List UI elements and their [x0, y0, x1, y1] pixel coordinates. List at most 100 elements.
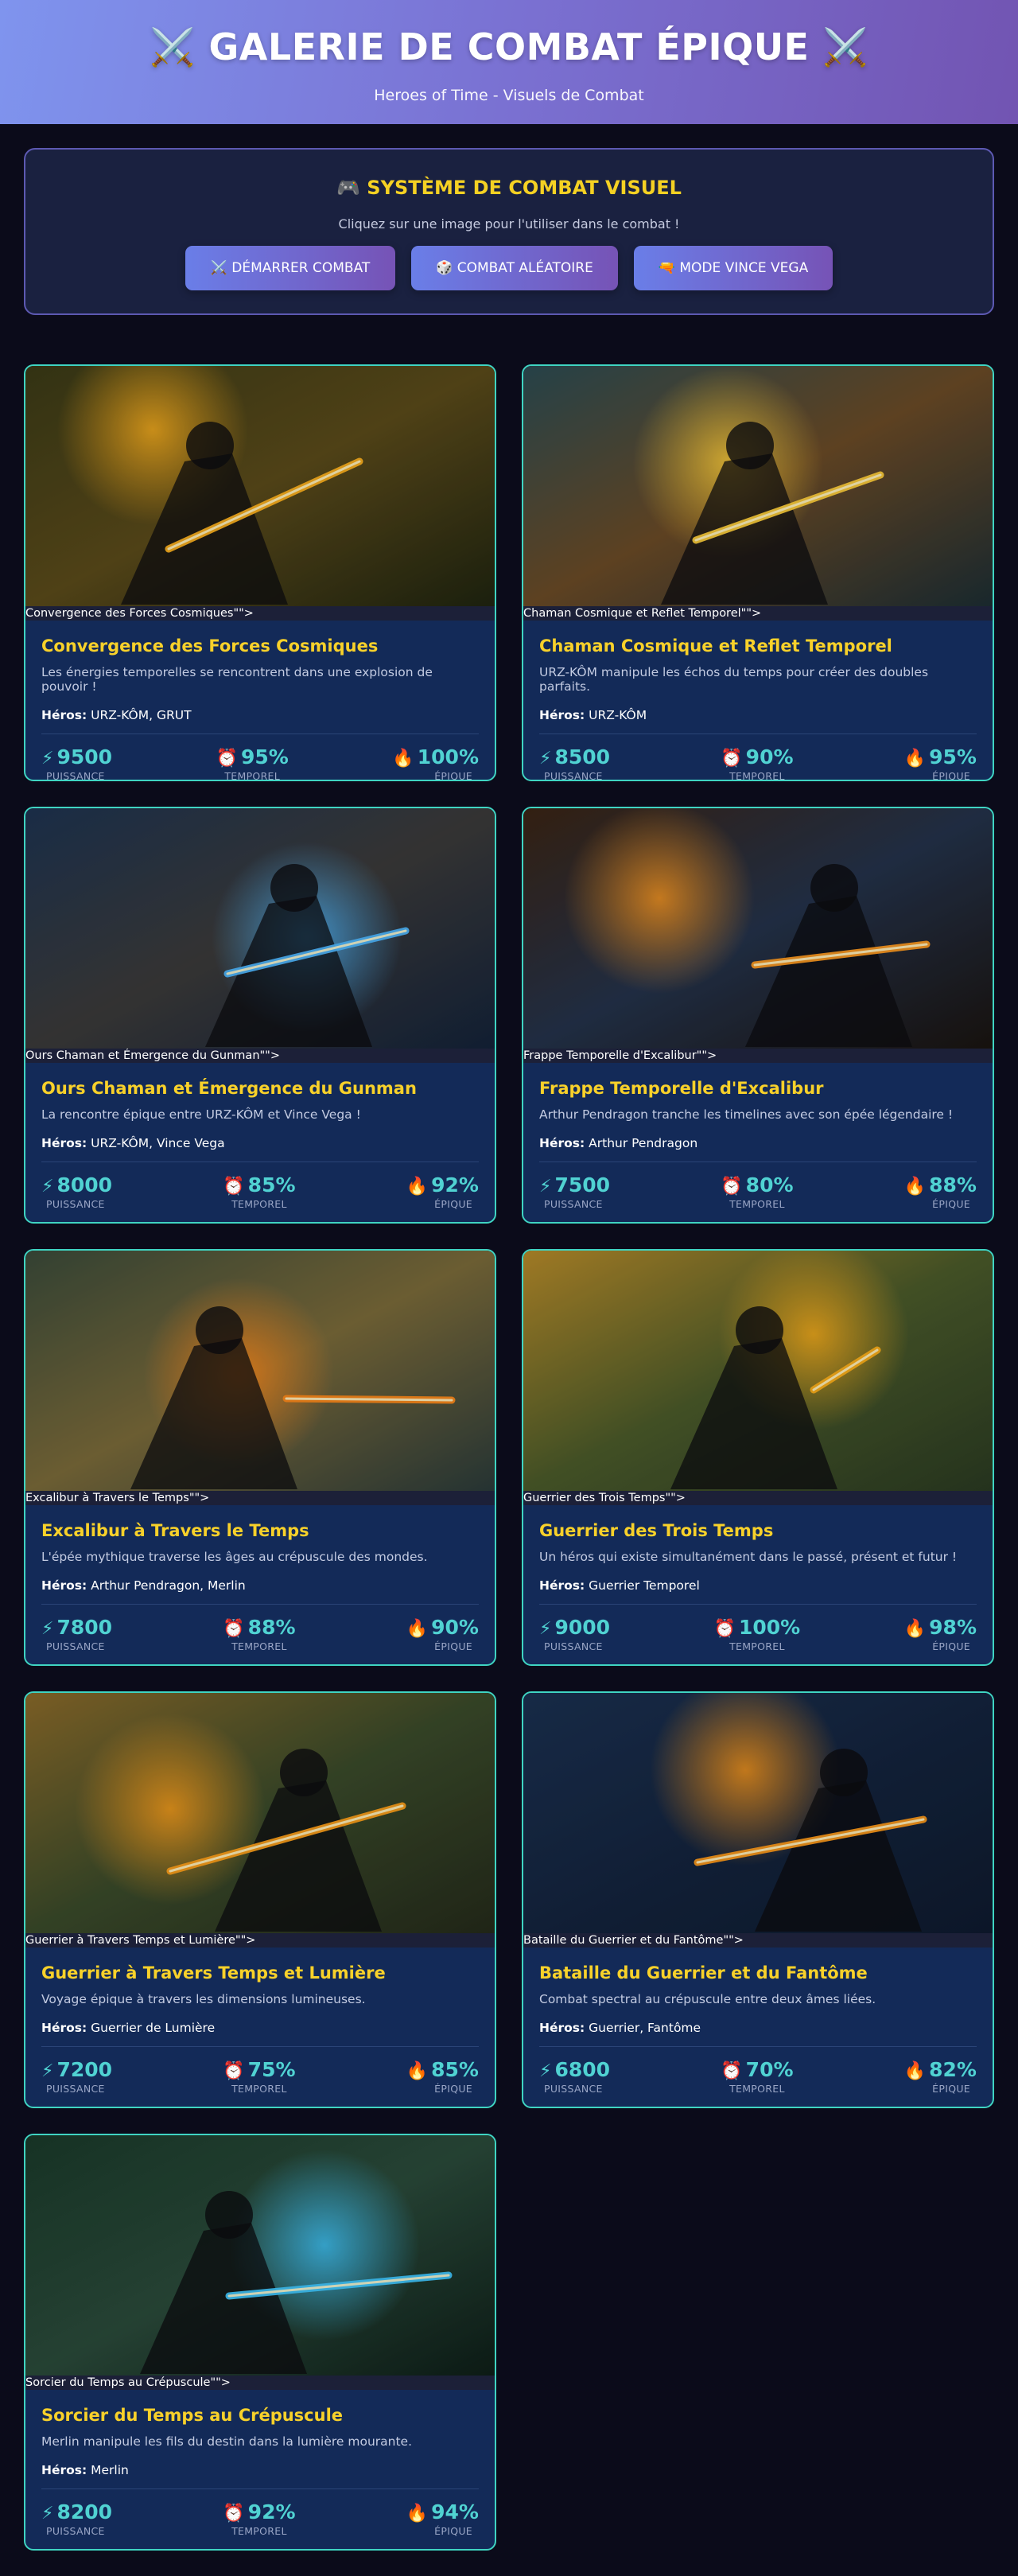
card-heroes: Héros: Guerrier Temporel	[539, 1578, 977, 1593]
combat-image[interactable]	[523, 366, 993, 606]
temporal-value: 90%	[745, 745, 794, 769]
combat-card[interactable]: Frappe Temporelle d'Excalibur""> Frappe …	[522, 807, 994, 1224]
stat-power: ⚡ 9500 PUISSANCE	[41, 745, 113, 781]
stat-power: ⚡ 7200 PUISSANCE	[41, 2058, 112, 2095]
lightning-icon: ⚡	[41, 2504, 54, 2523]
power-label: PUISSANCE	[544, 2083, 603, 2095]
card-body: Sorcier du Temps au Crépuscule Merlin ma…	[25, 2406, 495, 2537]
combat-image[interactable]	[25, 366, 495, 606]
alarm-clock-icon: ⏰	[223, 1177, 245, 1197]
temporal-label: TEMPOREL	[231, 2083, 287, 2095]
epic-value: 94%	[431, 2500, 479, 2523]
power-label: PUISSANCE	[46, 770, 105, 781]
temporal-value: 80%	[745, 1173, 794, 1197]
stat-power: ⚡ 6800 PUISSANCE	[539, 2058, 610, 2095]
card-divider	[539, 1604, 977, 1605]
temporal-value: 75%	[247, 2058, 296, 2081]
image-alt-text: Guerrier à Travers Temps et Lumière"">	[25, 1933, 495, 1948]
power-label: PUISSANCE	[46, 2083, 105, 2095]
heroes-label: Héros:	[41, 708, 87, 722]
card-title: Ours Chaman et Émergence du Gunman	[41, 1079, 417, 1098]
epic-label: ÉPIQUE	[932, 1198, 970, 1210]
card-body: Ours Chaman et Émergence du Gunman La re…	[25, 1079, 495, 1210]
power-value: 8000	[56, 1173, 113, 1197]
combat-image[interactable]	[523, 1693, 993, 1933]
power-label: PUISSANCE	[46, 1198, 105, 1210]
combat-image[interactable]	[25, 2135, 495, 2376]
stat-power: ⚡ 9000 PUISSANCE	[539, 1616, 610, 1652]
image-alt-text: Chaman Cosmique et Reflet Temporel"">	[523, 606, 993, 621]
card-body: Guerrier à Travers Temps et Lumière Voya…	[25, 1963, 495, 2095]
stat-power: ⚡ 8500 PUISSANCE	[539, 745, 610, 781]
heroes-label: Héros:	[41, 2463, 87, 2477]
epic-value: 92%	[431, 1173, 479, 1197]
card-description: Arthur Pendragon tranche les timelines a…	[539, 1107, 954, 1122]
epic-value: 85%	[431, 2058, 479, 2081]
combat-card[interactable]: Sorcier du Temps au Crépuscule""> Sorcie…	[24, 2134, 496, 2551]
combat-image[interactable]	[25, 1251, 495, 1491]
combat-card[interactable]: Convergence des Forces Cosmiques""> Conv…	[24, 364, 496, 781]
alarm-clock-icon: ⏰	[223, 1619, 245, 1639]
stat-power: ⚡ 8200 PUISSANCE	[41, 2500, 112, 2537]
power-value: 7800	[56, 1616, 113, 1639]
alarm-clock-icon: ⏰	[713, 1619, 736, 1639]
alarm-clock-icon: ⏰	[721, 1177, 743, 1197]
combat-card[interactable]: Chaman Cosmique et Reflet Temporel""> Ch…	[522, 364, 994, 781]
card-title: Guerrier à Travers Temps et Lumière	[41, 1963, 386, 1983]
combat-card[interactable]: Guerrier à Travers Temps et Lumière""> G…	[24, 1691, 496, 2108]
combat-image[interactable]	[523, 808, 993, 1049]
card-body: Bataille du Guerrier et du Fantôme Comba…	[523, 1963, 993, 2095]
card-body: Excalibur à Travers le Temps L'épée myth…	[25, 1521, 495, 1652]
card-stats: ⚡ 7200 PUISSANCE ⏰ 75% TEMPOREL 🔥 85% ÉPIQU…	[41, 2058, 479, 2095]
combat-illustration	[523, 1251, 993, 1491]
power-label: PUISSANCE	[46, 2525, 105, 2537]
heroes-value: Merlin	[91, 2463, 129, 2477]
fire-icon: 🔥	[392, 749, 414, 769]
image-alt-text: Sorcier du Temps au Crépuscule"">	[25, 2376, 495, 2390]
vince-vega-mode-button[interactable]: 🔫 MODE VINCE VEGA	[634, 246, 833, 290]
epic-value: 90%	[431, 1616, 479, 1639]
temporal-label: TEMPOREL	[231, 1640, 287, 1652]
heroes-label: Héros:	[539, 708, 585, 722]
combat-illustration	[25, 808, 495, 1049]
stat-temporal: ⏰ 70% TEMPOREL	[721, 2058, 793, 2095]
power-label: PUISSANCE	[544, 1198, 603, 1210]
temporal-value: 88%	[247, 1616, 296, 1639]
temporal-value: 100%	[738, 1616, 801, 1639]
card-title: Excalibur à Travers le Temps	[41, 1521, 309, 1540]
image-alt-text: Guerrier des Trois Temps"">	[523, 1491, 993, 1505]
temporal-label: TEMPOREL	[231, 2525, 287, 2537]
power-value: 9500	[56, 745, 113, 769]
fire-icon: 🔥	[903, 2061, 927, 2081]
epic-label: ÉPIQUE	[932, 770, 970, 781]
combat-card[interactable]: Bataille du Guerrier et du Fantôme""> Ba…	[522, 1691, 994, 2108]
combat-image[interactable]	[523, 1251, 993, 1491]
image-alt-text: Convergence des Forces Cosmiques"">	[25, 606, 495, 621]
temporal-value: 70%	[745, 2058, 794, 2081]
combat-illustration	[25, 1693, 495, 1933]
power-label: PUISSANCE	[544, 770, 603, 781]
stat-epic: 🔥 94% ÉPIQUE	[406, 2500, 479, 2537]
combat-image[interactable]	[25, 808, 495, 1049]
combat-image[interactable]	[25, 1693, 495, 1933]
card-stats: ⚡ 9000 PUISSANCE ⏰ 100% TEMPOREL 🔥 98% ÉPIQ…	[539, 1616, 977, 1652]
combat-card[interactable]: Excalibur à Travers le Temps""> Excalibu…	[24, 1249, 496, 1666]
lightning-icon: ⚡	[539, 749, 552, 769]
fire-icon: 🔥	[903, 1177, 927, 1197]
stat-power: ⚡ 8000 PUISSANCE	[41, 1173, 112, 1210]
epic-label: ÉPIQUE	[434, 2525, 472, 2537]
stat-epic: 🔥 95% ÉPIQUE	[904, 745, 977, 781]
fire-icon: 🔥	[406, 2504, 429, 2523]
power-value: 7500	[554, 1173, 611, 1197]
start-combat-button[interactable]: ⚔️ DÉMARRER COMBAT	[185, 246, 395, 290]
stat-epic: 🔥 98% ÉPIQUE	[904, 1616, 977, 1652]
stat-epic: 🔥 100% ÉPIQUE	[392, 745, 479, 780]
heroes-value: Guerrier Temporel	[589, 1578, 700, 1593]
combat-card[interactable]: Ours Chaman et Émergence du Gunman""> Ou…	[24, 807, 496, 1224]
heroes-value: Guerrier, Fantôme	[589, 2021, 701, 2035]
combat-card[interactable]: Guerrier des Trois Temps""> Guerrier des…	[522, 1249, 994, 1666]
power-label: PUISSANCE	[544, 1640, 603, 1652]
heroes-value: URZ-KÔM	[589, 708, 647, 722]
stat-temporal: ⏰ 85% TEMPOREL	[223, 1173, 295, 1210]
random-combat-button[interactable]: 🎲 COMBAT ALÉATOIRE	[411, 246, 618, 290]
